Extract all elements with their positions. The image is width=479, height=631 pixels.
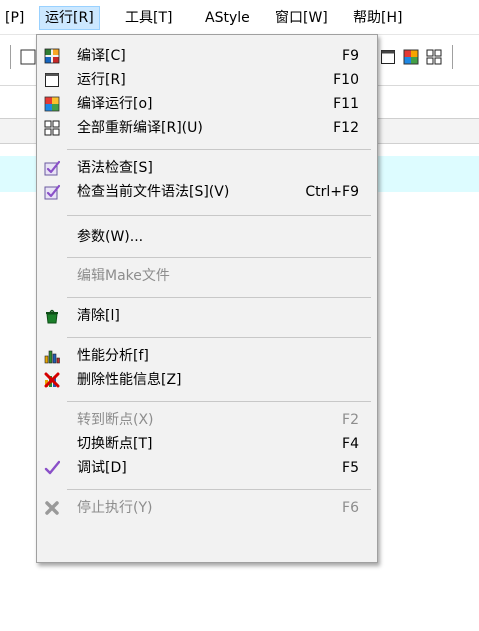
stop-x-icon: [45, 501, 59, 515]
toolbar-separator: [452, 45, 453, 69]
menu-item-shortcut: F12: [333, 120, 359, 136]
menu-item-syntax-check-file[interactable]: 检查当前文件语法[S](V) Ctrl+F9: [39, 180, 375, 204]
menu-item-debug[interactable]: 调试[D] F5: [39, 456, 375, 480]
menu-item-label: 清除[l]: [77, 308, 120, 324]
menu-run[interactable]: 运行[R]: [39, 6, 100, 30]
toolbar-separator: [10, 45, 11, 69]
menu-item-shortcut: F10: [333, 72, 359, 88]
menu-window[interactable]: 窗口[W]: [270, 7, 333, 29]
menu-item-shortcut: F2: [342, 412, 359, 428]
menu-item-shortcut: F6: [342, 500, 359, 516]
menu-item-label: 参数(W)...: [77, 229, 144, 245]
menu-item-label: 性能分析[f]: [77, 348, 149, 364]
delete-profile-icon: [44, 372, 60, 388]
menu-item-delete-profile[interactable]: 删除性能信息[Z]: [39, 368, 375, 392]
menu-item-edit-makefile[interactable]: 编辑Make文件: [39, 264, 375, 288]
menu-item-shortcut: Ctrl+F9: [305, 184, 359, 200]
menu-item-label: 检查当前文件语法[S](V): [77, 184, 230, 200]
menu-item-toggle-breakpoint[interactable]: 切换断点[T] F4: [39, 432, 375, 456]
menu-tools[interactable]: 工具[T]: [120, 7, 177, 29]
clean-trash-icon: [46, 309, 58, 324]
menu-item-parameters[interactable]: 参数(W)...: [39, 225, 375, 249]
menubar: [P] 运行[R] 工具[T] AStyle 窗口[W] 帮助[H]: [0, 0, 479, 35]
run-window-icon: [45, 73, 59, 87]
debug-check-icon: [44, 460, 60, 475]
toolbar-compile-icon[interactable]: [20, 49, 36, 65]
toolbar-run-icon[interactable]: [380, 49, 396, 65]
menu-item-syntax-check[interactable]: 语法检查[S]: [39, 156, 375, 180]
menu-separator: [67, 149, 371, 150]
menu-astyle[interactable]: AStyle: [200, 7, 255, 29]
menu-item-clean[interactable]: 清除[l]: [39, 304, 375, 328]
menu-item-label: 全部重新编译[R](U): [77, 120, 203, 136]
menu-item-label: 切换断点[T]: [77, 436, 153, 452]
menu-item-label: 转到断点(X): [77, 412, 154, 428]
menu-item-shortcut: F9: [342, 48, 359, 64]
menu-item-label: 删除性能信息[Z]: [77, 372, 182, 388]
menu-item-label: 运行[R]: [77, 72, 126, 88]
menu-separator: [67, 489, 371, 490]
run-dropdown-menu: 编译[C] F9 运行[R] F10 编译运行[o] F11 全部重新编译[R]…: [36, 34, 378, 563]
menu-separator: [67, 401, 371, 402]
menu-item-label: 编译[C]: [77, 48, 126, 64]
menu-item-shortcut: F4: [342, 436, 359, 452]
menu-item-compile[interactable]: 编译[C] F9: [39, 44, 375, 68]
rebuild-all-icon: [44, 120, 60, 136]
menu-separator: [67, 257, 371, 258]
menu-item-label: 编译运行[o]: [77, 96, 153, 112]
menu-item-shortcut: F5: [342, 460, 359, 476]
menu-project[interactable]: [P]: [0, 7, 29, 29]
menu-item-label: 调试[D]: [77, 460, 127, 476]
menu-item-profile[interactable]: 性能分析[f]: [39, 344, 375, 368]
menu-item-rebuild-all[interactable]: 全部重新编译[R](U) F12: [39, 116, 375, 140]
menu-separator: [67, 297, 371, 298]
menu-item-label: 停止执行(Y): [77, 500, 153, 516]
menu-item-shortcut: F11: [333, 96, 359, 112]
menu-item-run[interactable]: 运行[R] F10: [39, 68, 375, 92]
menu-item-goto-breakpoint[interactable]: 转到断点(X) F2: [39, 408, 375, 432]
menu-separator: [67, 215, 371, 216]
compile-grid-icon: [44, 48, 60, 64]
syntax-check-icon: [44, 160, 60, 176]
profile-chart-icon: [44, 350, 60, 364]
menu-item-label: 编辑Make文件: [77, 268, 170, 284]
compile-run-icon: [44, 96, 60, 112]
menu-help[interactable]: 帮助[H]: [348, 7, 407, 29]
menu-separator: [67, 337, 371, 338]
toolbar-rebuild-icon[interactable]: [426, 49, 442, 65]
syntax-check-file-icon: [44, 184, 60, 200]
menu-item-label: 语法检查[S]: [77, 160, 153, 176]
menu-item-stop-execution[interactable]: 停止执行(Y) F6: [39, 496, 375, 520]
toolbar-compile-run-icon[interactable]: [403, 49, 419, 65]
menu-item-compile-run[interactable]: 编译运行[o] F11: [39, 92, 375, 116]
